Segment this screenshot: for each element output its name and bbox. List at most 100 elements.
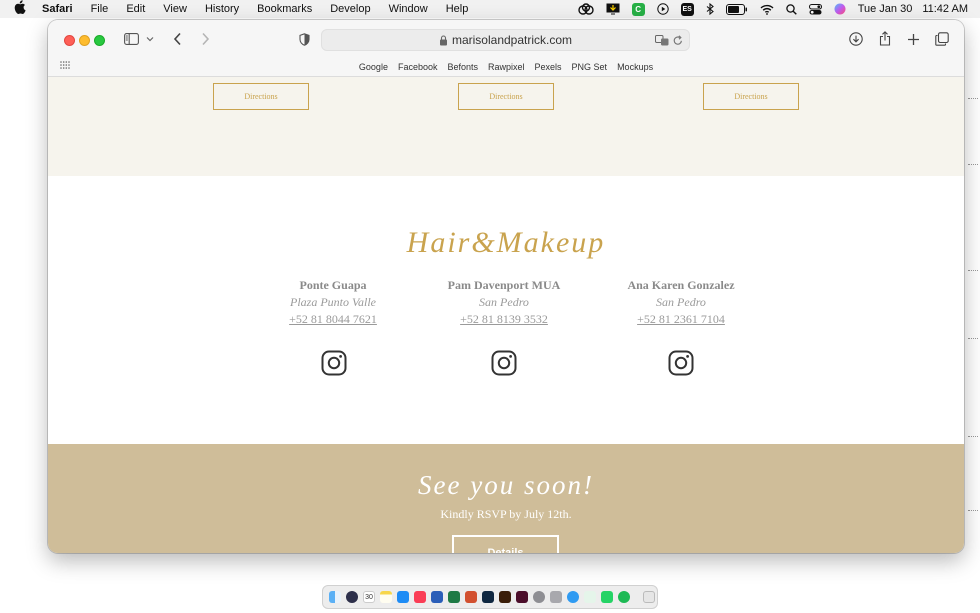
status-area: C ES Tue Jan 30 11:42 AM bbox=[577, 0, 980, 18]
favorite-befonts[interactable]: Befonts bbox=[447, 62, 478, 72]
directions-button[interactable]: Directions bbox=[703, 83, 799, 110]
bluetooth-icon[interactable] bbox=[706, 2, 714, 16]
new-tab-icon[interactable] bbox=[905, 31, 921, 47]
rsvp-subtitle: Kindly RSVP by July 12th. bbox=[440, 507, 572, 521]
vendor-phone-link[interactable]: +52 81 8044 7621 bbox=[243, 312, 423, 329]
calendar-icon[interactable]: 30 bbox=[363, 591, 375, 603]
directions-button[interactable]: Directions bbox=[213, 83, 309, 110]
vendor-name: Ponte Guapa bbox=[299, 278, 367, 292]
trash-icon[interactable] bbox=[643, 591, 655, 603]
chevron-down-icon[interactable] bbox=[145, 34, 155, 44]
directions-button[interactable]: Directions bbox=[458, 83, 554, 110]
vendor-location: San Pedro bbox=[656, 295, 706, 309]
reload-icon[interactable] bbox=[672, 34, 684, 46]
wifi-icon[interactable] bbox=[760, 2, 774, 16]
downloads-icon[interactable] bbox=[848, 31, 864, 47]
vendor-location: Plaza Punto Valle bbox=[290, 295, 376, 309]
safari-window: marisolandpatrick.com Google Facebook Be… bbox=[48, 20, 964, 553]
menu-develop[interactable]: Develop bbox=[330, 3, 370, 15]
favorite-facebook[interactable]: Facebook bbox=[398, 62, 438, 72]
indesign-icon[interactable] bbox=[516, 591, 528, 603]
sidebar-toggle-icon[interactable] bbox=[123, 32, 139, 46]
grammarly-icon[interactable] bbox=[584, 591, 596, 603]
menubar-time[interactable]: 11:42 AM bbox=[922, 3, 968, 15]
safari-icon[interactable] bbox=[567, 591, 579, 603]
menu-bar: Safari File Edit View History Bookmarks … bbox=[0, 0, 980, 18]
hair-makeup-section: Hair&Makeup Ponte Guapa Plaza Punto Vall… bbox=[48, 176, 964, 444]
shield-icon[interactable] bbox=[297, 32, 311, 47]
display-icon[interactable] bbox=[606, 2, 620, 16]
close-window-button[interactable] bbox=[64, 35, 75, 46]
app-menu-safari[interactable]: Safari bbox=[42, 3, 73, 15]
forward-icon[interactable] bbox=[198, 31, 212, 47]
launchpad-icon[interactable] bbox=[346, 591, 358, 603]
favorite-pexels[interactable]: Pexels bbox=[535, 62, 562, 72]
photoshop-icon[interactable] bbox=[482, 591, 494, 603]
menu-file[interactable]: File bbox=[91, 3, 109, 15]
desktop-marker bbox=[968, 270, 978, 276]
utilities-icon[interactable] bbox=[550, 591, 562, 603]
es-input-icon[interactable]: ES bbox=[680, 2, 694, 16]
desktop-marker bbox=[968, 164, 978, 170]
section-title: Hair&Makeup bbox=[406, 226, 606, 259]
instagram-icon[interactable] bbox=[491, 350, 517, 376]
menu-bookmarks[interactable]: Bookmarks bbox=[257, 3, 312, 15]
powerpoint-icon[interactable] bbox=[465, 591, 477, 603]
instagram-icon[interactable] bbox=[321, 350, 347, 376]
clipboard-icon[interactable]: C bbox=[631, 2, 645, 16]
creative-cloud-icon[interactable] bbox=[577, 2, 594, 16]
address-bar[interactable]: marisolandpatrick.com bbox=[321, 29, 690, 51]
menu-window[interactable]: Window bbox=[389, 3, 428, 15]
menu-help[interactable]: Help bbox=[446, 3, 469, 15]
siri-icon[interactable] bbox=[834, 2, 846, 16]
desktop-marker bbox=[968, 338, 978, 344]
vendor-location: San Pedro bbox=[479, 295, 529, 309]
back-icon[interactable] bbox=[170, 31, 184, 47]
finder-icon[interactable] bbox=[329, 591, 341, 603]
word-icon[interactable] bbox=[431, 591, 443, 603]
battery-icon[interactable] bbox=[725, 2, 748, 16]
translate-icon[interactable] bbox=[655, 34, 669, 46]
rsvp-title: See you soon! bbox=[418, 470, 594, 500]
menu-view[interactable]: View bbox=[163, 3, 187, 15]
browser-toolbar: marisolandpatrick.com Google Facebook Be… bbox=[48, 20, 964, 77]
whatsapp-icon[interactable] bbox=[601, 591, 613, 603]
web-page: Directions Directions Directions Hair&Ma… bbox=[48, 77, 964, 553]
vendor-name: Ana Karen Gonzalez bbox=[627, 278, 735, 292]
apple-menu-icon[interactable] bbox=[14, 0, 28, 19]
favorite-google[interactable]: Google bbox=[359, 62, 388, 72]
favorite-mockups[interactable]: Mockups bbox=[617, 62, 653, 72]
app-store-icon[interactable] bbox=[397, 591, 409, 603]
play-icon[interactable] bbox=[656, 2, 669, 16]
spotify-icon[interactable] bbox=[618, 591, 630, 603]
settings-icon[interactable] bbox=[533, 591, 545, 603]
favorite-png-set[interactable]: PNG Set bbox=[572, 62, 608, 72]
dock: 30 bbox=[322, 585, 658, 609]
vendor-card: Pam Davenport MUA San Pedro +52 81 8139 … bbox=[414, 278, 594, 329]
vendor-phone-link[interactable]: +52 81 2361 7104 bbox=[591, 312, 771, 329]
favorites-bar: Google Facebook Befonts Rawpixel Pexels … bbox=[48, 58, 964, 76]
control-center-icon[interactable] bbox=[808, 2, 822, 16]
excel-icon[interactable] bbox=[448, 591, 460, 603]
vendor-card: Ana Karen Gonzalez San Pedro +52 81 2361… bbox=[591, 278, 771, 329]
desktop-marker bbox=[968, 98, 978, 104]
details-button[interactable]: Details bbox=[452, 535, 559, 553]
vendor-card: Ponte Guapa Plaza Punto Valle +52 81 804… bbox=[243, 278, 423, 329]
notes-icon[interactable] bbox=[380, 591, 392, 603]
illustrator-icon[interactable] bbox=[499, 591, 511, 603]
music-icon[interactable] bbox=[414, 591, 426, 603]
search-icon[interactable] bbox=[785, 2, 797, 16]
menubar-date[interactable]: Tue Jan 30 bbox=[858, 3, 913, 15]
directions-section: Directions Directions Directions bbox=[48, 77, 964, 176]
favorite-rawpixel[interactable]: Rawpixel bbox=[488, 62, 525, 72]
vendor-name: Pam Davenport MUA bbox=[447, 278, 561, 292]
tab-overview-icon[interactable] bbox=[934, 31, 950, 47]
zoom-window-button[interactable] bbox=[94, 35, 105, 46]
vendor-phone-link[interactable]: +52 81 8139 3532 bbox=[414, 312, 594, 329]
share-icon[interactable] bbox=[877, 30, 893, 47]
menu-edit[interactable]: Edit bbox=[126, 3, 145, 15]
instagram-icon[interactable] bbox=[668, 350, 694, 376]
desktop-marker bbox=[968, 510, 978, 516]
minimize-window-button[interactable] bbox=[79, 35, 90, 46]
menu-history[interactable]: History bbox=[205, 3, 239, 15]
